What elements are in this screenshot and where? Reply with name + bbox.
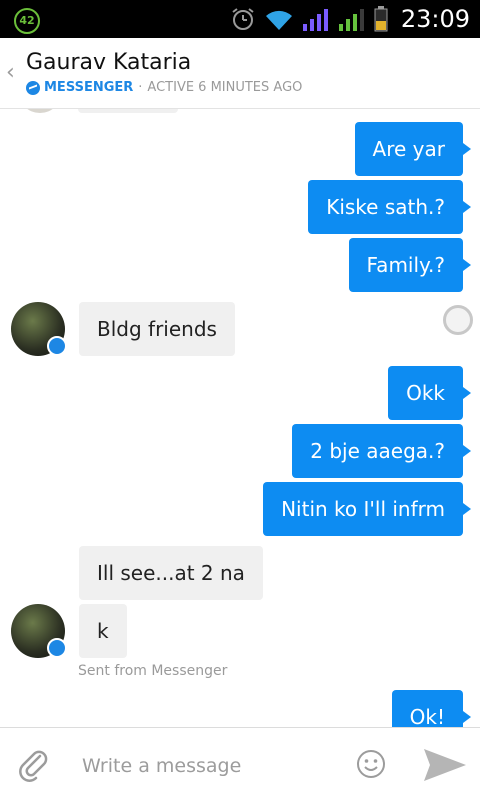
- messenger-icon: [26, 80, 40, 95]
- battery-badge-icon: 42: [14, 8, 40, 34]
- outgoing-message[interactable]: Kiske sath.?: [308, 180, 471, 234]
- back-chevron-icon[interactable]: ‹: [6, 60, 15, 85]
- messenger-badge-icon: [47, 638, 67, 658]
- signal-icon: [339, 9, 364, 31]
- avatar[interactable]: [11, 604, 67, 658]
- outgoing-message[interactable]: Okk: [388, 366, 471, 420]
- separator-dot: ·: [138, 80, 143, 95]
- outgoing-message[interactable]: Nitin ko I'll infrm: [263, 482, 471, 536]
- seen-indicator-icon: [443, 305, 473, 335]
- presence-line: MESSENGER · ACTIVE 6 MINUTES AGO: [26, 80, 302, 95]
- incoming-message[interactable]: Ill see...at 2 na: [79, 546, 263, 600]
- signal-icon: [303, 9, 328, 31]
- active-status: ACTIVE 6 MINUTES AGO: [147, 80, 303, 95]
- alarm-icon: [232, 8, 254, 30]
- outgoing-message[interactable]: Ok!: [391, 690, 472, 727]
- battery-icon: [374, 6, 388, 32]
- paperclip-icon[interactable]: [18, 748, 48, 782]
- message-input[interactable]: Write a message: [82, 755, 241, 777]
- outgoing-message[interactable]: 2 bje aaega.?: [292, 424, 471, 478]
- avatar[interactable]: [11, 302, 67, 356]
- sent-from-label: Sent from Messenger: [78, 663, 228, 679]
- avatar: [18, 109, 62, 113]
- message-bubble-partial: [78, 109, 178, 113]
- status-icons: [230, 6, 388, 32]
- conversation-header: ‹ Gaurav Kataria MESSENGER · ACTIVE 6 MI…: [0, 38, 480, 109]
- wifi-icon: [266, 10, 292, 30]
- messenger-label: MESSENGER: [44, 80, 134, 95]
- outgoing-message[interactable]: Family.?: [348, 238, 472, 292]
- incoming-message[interactable]: k: [79, 604, 127, 658]
- contact-name[interactable]: Gaurav Kataria: [26, 50, 191, 75]
- send-icon[interactable]: [420, 743, 468, 787]
- outgoing-message[interactable]: Are yar: [354, 122, 472, 176]
- incoming-message[interactable]: Bldg friends: [79, 302, 235, 356]
- emoji-icon[interactable]: [356, 749, 386, 779]
- composer: Write a message: [0, 727, 480, 801]
- message-list[interactable]: Are yar Kiske sath.? Family.? Bldg frien…: [0, 109, 480, 727]
- status-time: 23:09: [400, 5, 470, 33]
- messenger-badge-icon: [47, 336, 67, 356]
- status-bar: 42 23:09: [0, 0, 480, 38]
